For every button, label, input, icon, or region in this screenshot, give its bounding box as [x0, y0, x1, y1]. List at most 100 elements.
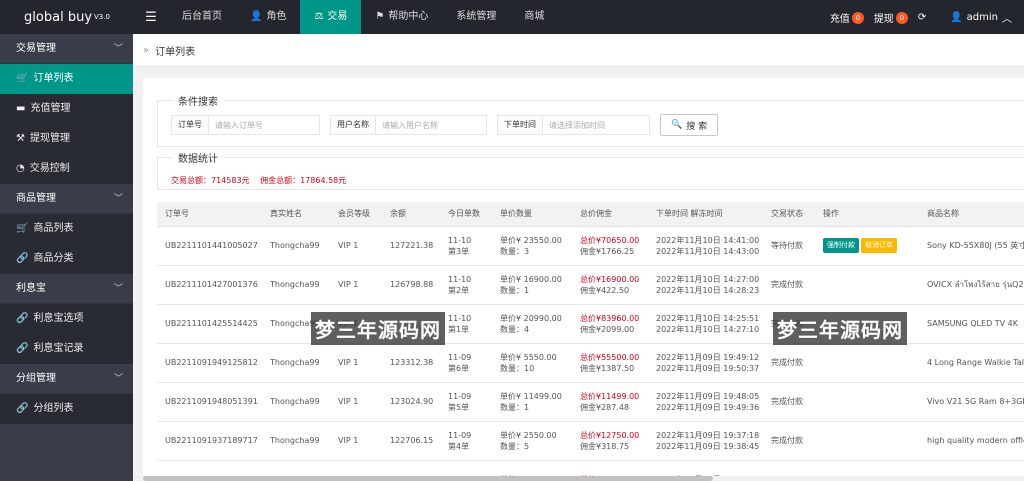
sidebar-group-goods[interactable]: 商品管理 ﹀	[0, 184, 133, 214]
cell-order: UB2211091937189717	[157, 421, 262, 461]
cell-name: Thongcha99	[262, 226, 330, 266]
order-field: 订单号	[171, 115, 320, 135]
cell-times: 2022年11月10日 14:41:00 2022年11月10日 14:43:00	[648, 226, 763, 266]
breadcrumb-current[interactable]: 订单列表	[155, 43, 195, 58]
cell-name: Thongcha99	[262, 265, 330, 305]
sidebar-item-withdraw[interactable]: ⚒ 提现管理	[0, 124, 133, 154]
sidebar-item-interest-options[interactable]: 🔗 利息宝选项	[0, 304, 133, 334]
cell-price-qty: 单价¥ 20990.00 数量：4	[492, 304, 572, 344]
cell-status: 完成付款	[763, 343, 815, 383]
search-form: 订单号 用户名称 下单时间 🔍 搜 索	[171, 114, 719, 136]
nav-system[interactable]: 系统管理	[442, 0, 510, 34]
time-input[interactable]	[542, 115, 650, 135]
sidebar-item-orders[interactable]: 🛒 订单列表	[0, 64, 133, 94]
cell-status: 等待付款	[763, 226, 815, 266]
cell-actions: 强制付款 取消订单	[815, 226, 919, 266]
cell-name: Thongcha99	[262, 421, 330, 461]
sidebar: 交易管理 ﹀ 🛒 订单列表 ▬ 充值管理 ⚒ 提现管理 ◔ 交易控制 商品管理 ﹀ 🛒 商品列…	[0, 34, 133, 481]
cell-total-commission: 总价¥11499.00 佣金¥287.48	[572, 382, 648, 422]
cell-actions	[815, 265, 919, 305]
main-content: » 订单列表 条件搜索 数据统计 订单号 用户名称 下单时间 🔍 搜 索 交	[133, 34, 1024, 481]
cell-product: Vivo V21 5G Ram 8+3GB	[919, 382, 1024, 422]
cell-actions	[815, 421, 919, 461]
cell-balance: 127221.38	[382, 226, 440, 266]
time-field: 下单时间	[497, 115, 650, 135]
cell-price-qty: 单价¥ 16900.00 数量：1	[492, 265, 572, 305]
sidebar-item-goods-category[interactable]: 🔗 商品分类	[0, 244, 133, 274]
force-pay-button[interactable]: 强制付款	[823, 238, 859, 253]
sidebar-group-interest[interactable]: 利息宝 ﹀	[0, 274, 133, 304]
cancel-order-button[interactable]: 取消订单	[861, 238, 897, 253]
cell-balance: 123024.90	[382, 382, 440, 422]
cell-today: 11-09 第4单	[440, 421, 492, 461]
cell-status: 完成付款	[763, 382, 815, 422]
cell-product: OVICX ลำโพงไร้สาย รุ่นQ2S	[919, 265, 1024, 305]
chevron-up-icon: ︿	[1002, 13, 1012, 25]
cell-order: UB2211091948051391	[157, 382, 262, 422]
cell-balance: 122706.15	[382, 421, 440, 461]
double-chevron-icon: »	[143, 44, 150, 56]
cell-total-commission: 总价¥55500.00 佣金¥1387.50	[572, 343, 648, 383]
table-row: UB2211101441005027 Thongcha99 VIP 1 127221.…	[157, 226, 1024, 266]
cell-level: VIP 1	[330, 421, 382, 461]
cell-total-commission: 总价¥83960.00 佣金¥2099.00	[572, 304, 648, 344]
nav-help[interactable]: ⚑ 帮助中心	[361, 0, 442, 34]
cell-price-qty: 单价¥ 5550.00 数量：10	[492, 343, 572, 383]
refresh-icon[interactable]: ⟳	[906, 12, 938, 23]
cell-price-qty: 单价¥ 2550.00 数量：5	[492, 421, 572, 461]
cell-level: VIP 1	[330, 382, 382, 422]
order-input[interactable]	[208, 115, 320, 135]
user-menu[interactable]: 👤 admin ︿	[938, 10, 1024, 25]
menu-toggle-icon[interactable]: ☰	[134, 10, 168, 25]
user-icon: 👤	[950, 11, 963, 23]
card-icon: ▬	[16, 103, 26, 114]
watermark-right: 梦三年源码网	[773, 312, 907, 345]
cart-icon: 🛒	[16, 73, 29, 84]
cell-order: UB2211091949125812	[157, 343, 262, 383]
cell-times: 2022年11月09日 19:37:18 2022年11月09日 19:38:45	[648, 421, 763, 461]
link-icon: 🔗	[16, 313, 29, 324]
link-icon: 🔗	[16, 403, 29, 414]
sidebar-item-recharge[interactable]: ▬ 充值管理	[0, 94, 133, 124]
stats-legend: 数据统计	[178, 154, 218, 165]
scrollbar-thumb[interactable]	[143, 476, 713, 481]
cell-total-commission: 总价¥12750.00 佣金¥318.75	[572, 421, 648, 461]
top-right-actions: 充值 0 提现 0 ⟳ 👤 admin ︿	[818, 0, 1024, 34]
cell-price-qty: 单价¥ 11499.00 数量：1	[492, 382, 572, 422]
chevron-down-icon: ﹀	[113, 194, 123, 204]
sidebar-group-groups[interactable]: 分组管理 ﹀	[0, 364, 133, 394]
cell-level: VIP 1	[330, 226, 382, 266]
cell-total-commission: 总价¥70650.00 佣金¥1766.25	[572, 226, 648, 266]
search-legend: 条件搜索	[178, 97, 218, 108]
cell-times: 2022年11月09日 19:49:12 2022年11月09日 19:50:37	[648, 343, 763, 383]
cell-product: 4 Long Range Walkie Talkie	[919, 343, 1024, 383]
nav-trade[interactable]: ⚖ 交易	[300, 0, 362, 34]
sidebar-item-group-list[interactable]: 🔗 分组列表	[0, 394, 133, 424]
table-header: 订单号 真实姓名 会员等级 余额 今日单数 单价数量 总价佣金 下单时间 解冻时…	[157, 202, 1024, 227]
cell-status: 完成付款	[763, 265, 815, 305]
sidebar-item-trade-control[interactable]: ◔ 交易控制	[0, 154, 133, 184]
horizontal-scrollbar[interactable]	[133, 476, 1024, 481]
commission-total: 佣金总额：17864.58元	[260, 176, 347, 185]
nav-roles[interactable]: 👤 角色	[236, 0, 300, 34]
nav-home[interactable]: 后台首页	[168, 0, 236, 34]
chevron-down-icon: ﹀	[113, 284, 123, 294]
cell-order: UB2211101441005027	[157, 226, 262, 266]
search-button[interactable]: 🔍 搜 索	[660, 114, 719, 136]
app-logo[interactable]: global buy V3.0	[0, 0, 134, 34]
withdraw-button[interactable]: 提现 0	[862, 10, 908, 25]
nav-mall[interactable]: 商城	[510, 0, 558, 34]
sidebar-group-trade[interactable]: 交易管理 ﹀	[0, 34, 133, 64]
cell-name: Thongcha99	[262, 343, 330, 383]
cell-today: 11-09 第5单	[440, 382, 492, 422]
cell-actions	[815, 343, 919, 383]
recharge-button[interactable]: 充值 0	[818, 10, 864, 25]
cell-today: 11-09 第6单	[440, 343, 492, 383]
sidebar-item-interest-records[interactable]: 🔗 利息宝记录	[0, 334, 133, 364]
cell-today: 11-10 第1单	[440, 304, 492, 344]
balance-icon: ⚖	[314, 11, 324, 22]
user-input[interactable]	[375, 115, 487, 135]
cell-product: Sony KD-55X80J (55 英寸)	[919, 226, 1024, 266]
sidebar-item-goods-list[interactable]: 🛒 商品列表	[0, 214, 133, 244]
cell-times: 2022年11月10日 14:27:00 2022年11月10日 14:28:23	[648, 265, 763, 305]
